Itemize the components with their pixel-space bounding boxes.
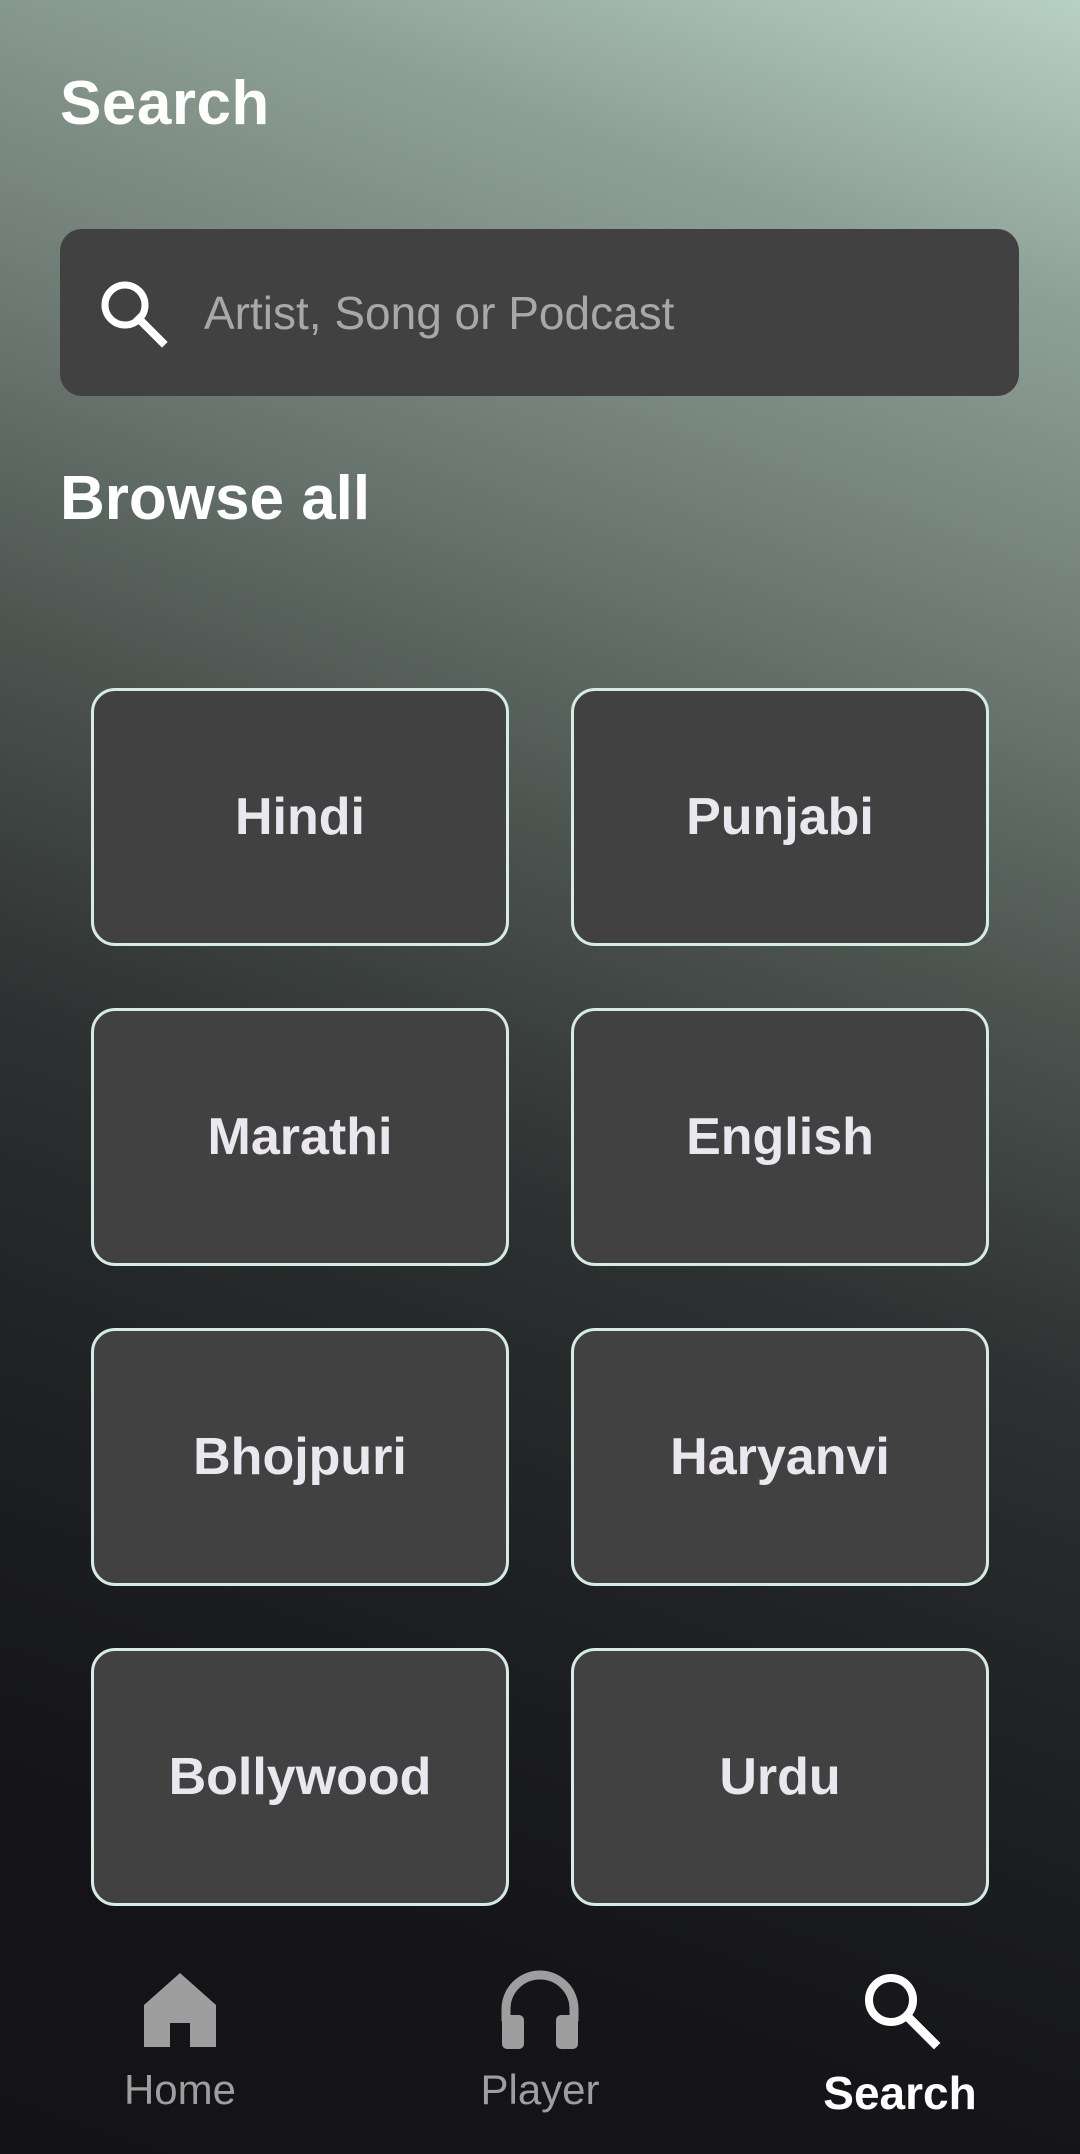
category-card-hindi[interactable]: Hindi	[91, 688, 509, 946]
browse-all-heading: Browse all	[60, 464, 371, 533]
category-label: Bhojpuri	[193, 1428, 407, 1486]
nav-item-search[interactable]: Search	[720, 1940, 1080, 2154]
category-label: Punjabi	[686, 788, 874, 846]
headphones-icon	[495, 1964, 585, 2054]
category-label: Urdu	[719, 1748, 841, 1806]
category-card-punjabi[interactable]: Punjabi	[571, 688, 989, 946]
category-label: English	[686, 1108, 874, 1166]
category-card-bhojpuri[interactable]: Bhojpuri	[91, 1328, 509, 1586]
category-card-marathi[interactable]: Marathi	[91, 1008, 509, 1266]
nav-item-player[interactable]: Player	[360, 1940, 720, 2154]
category-card-bollywood[interactable]: Bollywood	[91, 1648, 509, 1906]
search-icon	[855, 1964, 945, 2054]
search-bar[interactable]	[60, 229, 1019, 396]
nav-label-player: Player	[480, 2066, 600, 2113]
category-label: Marathi	[207, 1108, 393, 1166]
category-label: Haryanvi	[670, 1428, 890, 1486]
category-label: Bollywood	[168, 1748, 432, 1806]
category-card-urdu[interactable]: Urdu	[571, 1648, 989, 1906]
search-input[interactable]	[202, 284, 966, 341]
bottom-navigation: Home Player Search	[0, 1940, 1080, 2154]
nav-item-home[interactable]: Home	[0, 1940, 360, 2154]
category-card-haryanvi[interactable]: Haryanvi	[571, 1328, 989, 1586]
page-title: Search	[60, 69, 270, 138]
category-grid: Hindi Punjabi Marathi English Bhojpuri H…	[91, 688, 989, 1906]
nav-label-search: Search	[823, 2067, 977, 2119]
category-label: Hindi	[235, 788, 365, 846]
search-icon	[94, 274, 172, 352]
category-card-english[interactable]: English	[571, 1008, 989, 1266]
nav-label-home: Home	[123, 2066, 237, 2113]
home-icon	[135, 1964, 225, 2054]
